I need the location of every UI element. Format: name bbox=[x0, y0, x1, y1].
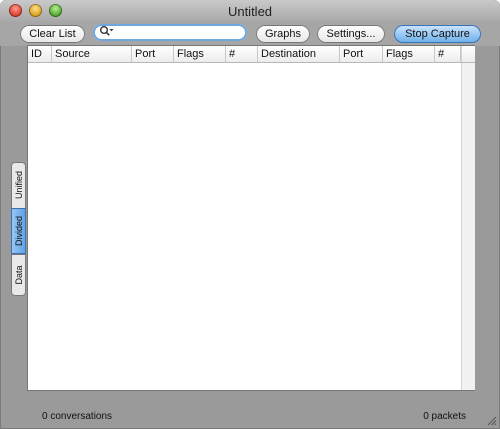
graphs-button[interactable]: Graphs bbox=[256, 25, 310, 43]
tab-divided[interactable]: Divided bbox=[11, 208, 26, 254]
tab-data-label: Data bbox=[13, 265, 24, 285]
clear-list-button[interactable]: Clear List bbox=[20, 25, 85, 43]
column-header-destination[interactable]: Destination bbox=[258, 46, 340, 62]
tab-divided-label: Divided bbox=[13, 215, 24, 247]
search-icon[interactable] bbox=[99, 25, 114, 39]
column-header-source-count[interactable]: # bbox=[226, 46, 258, 62]
search-input[interactable] bbox=[117, 25, 241, 39]
column-header-source[interactable]: Source bbox=[52, 46, 132, 62]
vertical-scrollbar[interactable] bbox=[461, 63, 475, 390]
settings-button[interactable]: Settings... bbox=[317, 25, 385, 43]
resize-grip-icon[interactable] bbox=[487, 416, 497, 426]
search-field[interactable] bbox=[93, 24, 247, 41]
window-title: Untitled bbox=[227, 4, 273, 19]
tab-unified-label: Unified bbox=[13, 170, 24, 200]
column-header-destination-port[interactable]: Port bbox=[340, 46, 383, 62]
column-header-id[interactable]: ID bbox=[28, 46, 52, 62]
conversation-count: 0 conversations bbox=[42, 411, 113, 422]
column-header-destination-flags[interactable]: Flags bbox=[383, 46, 435, 62]
table-header: ID Source Port Flags # Destination Port … bbox=[28, 46, 474, 63]
tab-unified[interactable]: Unified bbox=[11, 162, 26, 208]
packet-count: 0 packets bbox=[423, 411, 466, 422]
column-header-source-flags[interactable]: Flags bbox=[174, 46, 226, 62]
app-window: Untitled Clear List Graphs Settings... S… bbox=[0, 0, 500, 429]
view-mode-tabs: Unified Divided Data bbox=[11, 162, 26, 296]
stop-capture-button[interactable]: Stop Capture bbox=[394, 25, 481, 43]
scrollbar-corner bbox=[461, 46, 475, 63]
conversation-table[interactable]: ID Source Port Flags # Destination Port … bbox=[28, 46, 475, 390]
column-header-source-port[interactable]: Port bbox=[132, 46, 174, 62]
tab-data[interactable]: Data bbox=[11, 254, 26, 296]
titlebar[interactable]: Untitled bbox=[0, 0, 500, 22]
column-header-destination-count[interactable]: # bbox=[435, 46, 461, 62]
